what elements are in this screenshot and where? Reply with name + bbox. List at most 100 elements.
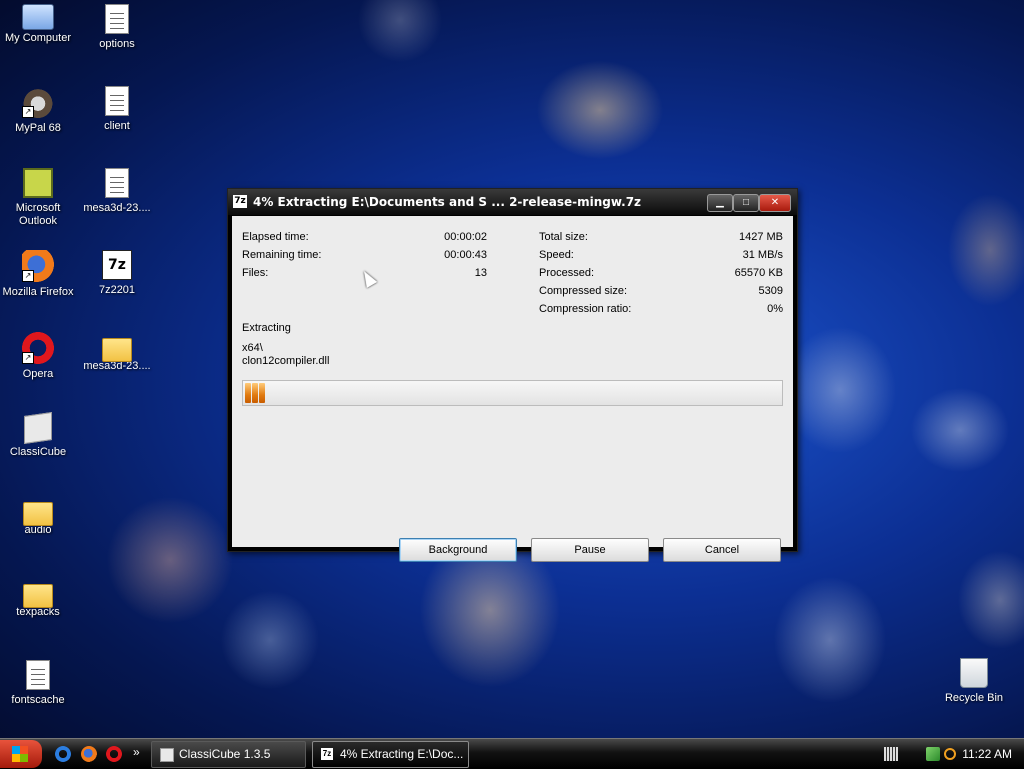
- desktop-icon-label: MyPal 68: [15, 122, 61, 134]
- stat-compression-ratio: Compression ratio: 0%: [539, 303, 783, 317]
- folder-icon: [23, 502, 53, 526]
- document-icon: [26, 660, 50, 690]
- desktop-icon-label: mesa3d-23....: [83, 202, 151, 214]
- background-button[interactable]: Background: [399, 538, 517, 562]
- desktop-icon-classicube[interactable]: ClassiCube: [0, 412, 76, 459]
- shortcut-arrow-icon: ↗: [22, 106, 34, 118]
- archive-icon: [105, 168, 129, 198]
- stat-total-size: Total size: 1427 MB: [539, 231, 783, 245]
- search-icon[interactable]: [944, 748, 956, 760]
- taskbar-item-7zip-extract[interactable]: 7z 4% Extracting E:\Doc...: [312, 741, 469, 768]
- stat-speed: Speed: 31 MB/s: [539, 249, 783, 263]
- stat-remaining-time: Remaining time: 00:00:43: [242, 249, 487, 263]
- desktop-icon-7z2201[interactable]: 7z 7z2201: [79, 250, 155, 297]
- desktop-icon-label: ClassiCube: [9, 446, 67, 458]
- taskbar: » ClassiCube 1.3.5 7z 4% Extracting E:\D…: [0, 738, 1024, 769]
- document-icon: [105, 86, 129, 116]
- computer-icon: [22, 4, 54, 30]
- maximize-button[interactable]: □: [733, 194, 759, 212]
- taskbar-item-label: 4% Extracting E:\Doc...: [340, 747, 464, 761]
- stat-value: 00:00:02: [444, 231, 487, 243]
- ie-icon[interactable]: [55, 746, 71, 762]
- dialog-body: Elapsed time: 00:00:02 Remaining time: 0…: [232, 216, 793, 562]
- desktop-icon-mesa3d-archive[interactable]: mesa3d-23....: [79, 168, 155, 215]
- stat-compressed-size: Compressed size: 5309: [539, 285, 783, 299]
- 7zip-icon: 7z: [321, 748, 333, 760]
- desktop-icon-label: Opera: [22, 368, 54, 380]
- stat-value: 5309: [758, 285, 783, 297]
- stat-label: Compressed size:: [539, 285, 628, 297]
- opera-icon[interactable]: [106, 746, 122, 762]
- 7zip-app-icon: 7z: [233, 195, 247, 208]
- pause-button[interactable]: Pause: [531, 538, 649, 562]
- cancel-button[interactable]: Cancel: [663, 538, 781, 562]
- stat-value: 13: [474, 267, 487, 279]
- current-file: clon12compiler.dll: [242, 355, 330, 367]
- recycle-bin-icon: [960, 658, 988, 688]
- extraction-progress-bar: [242, 380, 783, 406]
- extract-progress-dialog: 7z 4% Extracting E:\Documents and S ... …: [227, 188, 798, 562]
- close-button[interactable]: ✕: [759, 194, 791, 212]
- minimize-button[interactable]: ▁: [707, 194, 733, 212]
- mypal-icon: ↗: [22, 86, 54, 118]
- desktop-icon-my-computer[interactable]: My Computer: [0, 2, 76, 45]
- desktop-icon-label: options: [99, 38, 135, 50]
- desktop-icon-label: fontscache: [11, 694, 65, 706]
- keyboard-icon[interactable]: [884, 747, 898, 761]
- desktop-icon-recycle-bin[interactable]: Recycle Bin: [936, 658, 1012, 705]
- stat-label: Remaining time:: [242, 249, 322, 261]
- shortcut-arrow-icon: ↗: [22, 270, 34, 282]
- stat-value: 1427 MB: [738, 231, 783, 243]
- stat-label: Processed:: [539, 267, 595, 279]
- desktop-icon-opera[interactable]: ↗ Opera: [0, 332, 76, 381]
- desktop-icon-firefox[interactable]: ↗ Mozilla Firefox: [0, 250, 76, 299]
- stat-label: Files:: [242, 267, 269, 279]
- classicube-icon: [24, 412, 52, 444]
- classicube-icon: [160, 748, 174, 762]
- outlook-icon: [23, 168, 53, 198]
- firefox-icon: ↗: [22, 250, 54, 282]
- desktop-icon-mypal[interactable]: ↗ MyPal 68: [0, 86, 76, 135]
- desktop-icon-label: Mozilla Firefox: [2, 286, 74, 298]
- taskbar-item-classicube[interactable]: ClassiCube 1.3.5: [151, 741, 306, 768]
- desktop-icon-client[interactable]: client: [79, 86, 155, 133]
- stat-elapsed-time: Elapsed time: 00:00:02: [242, 231, 487, 245]
- stat-processed: Processed: 65570 KB: [539, 267, 783, 281]
- document-icon: [105, 4, 129, 34]
- progress-fill: [245, 383, 265, 403]
- desktop-icon-fontscache[interactable]: fontscache: [0, 660, 76, 707]
- quick-launch-overflow[interactable]: »: [133, 745, 140, 759]
- dialog-title: 4% Extracting E:\Documents and S ... 2-r…: [253, 195, 642, 209]
- stat-label: Total size:: [539, 231, 588, 243]
- desktop-icon-label: Recycle Bin: [944, 692, 1004, 704]
- system-clock[interactable]: 11:22 AM: [962, 739, 1012, 769]
- stat-label: Compression ratio:: [539, 303, 632, 315]
- folder-icon: [23, 584, 53, 608]
- desktop-icon-label: My Computer: [4, 32, 72, 44]
- status-label: Extracting: [242, 322, 291, 334]
- opera-icon: ↗: [22, 332, 54, 364]
- stat-value: 0%: [767, 303, 783, 315]
- firefox-icon[interactable]: [81, 746, 97, 762]
- folder-icon: [102, 338, 132, 362]
- desktop-icon-outlook[interactable]: Microsoft Outlook: [0, 168, 76, 228]
- dialog-titlebar[interactable]: 7z 4% Extracting E:\Documents and S ... …: [228, 189, 797, 215]
- desktop-icon-mesa3d-folder[interactable]: mesa3d-23....: [79, 332, 155, 373]
- start-button[interactable]: [0, 740, 42, 768]
- desktop-icon-options[interactable]: options: [79, 4, 155, 51]
- progress-segment: [259, 383, 265, 403]
- stat-value: 31 MB/s: [742, 249, 783, 261]
- taskbar-item-label: ClassiCube 1.3.5: [179, 747, 271, 761]
- network-icon[interactable]: [926, 747, 940, 761]
- progress-segment: [252, 383, 258, 403]
- desktop-icon-texpacks[interactable]: texpacks: [0, 578, 76, 619]
- progress-segment: [245, 383, 251, 403]
- desktop-icon-label: Microsoft Outlook: [15, 202, 61, 227]
- windows-logo-icon: [12, 746, 28, 762]
- stat-value: 65570 KB: [734, 267, 783, 279]
- desktop-icon-label: client: [104, 120, 130, 132]
- stat-label: Elapsed time:: [242, 231, 309, 243]
- current-path: x64\: [242, 342, 263, 354]
- stat-value: 00:00:43: [444, 249, 487, 261]
- desktop-icon-audio[interactable]: audio: [0, 496, 76, 537]
